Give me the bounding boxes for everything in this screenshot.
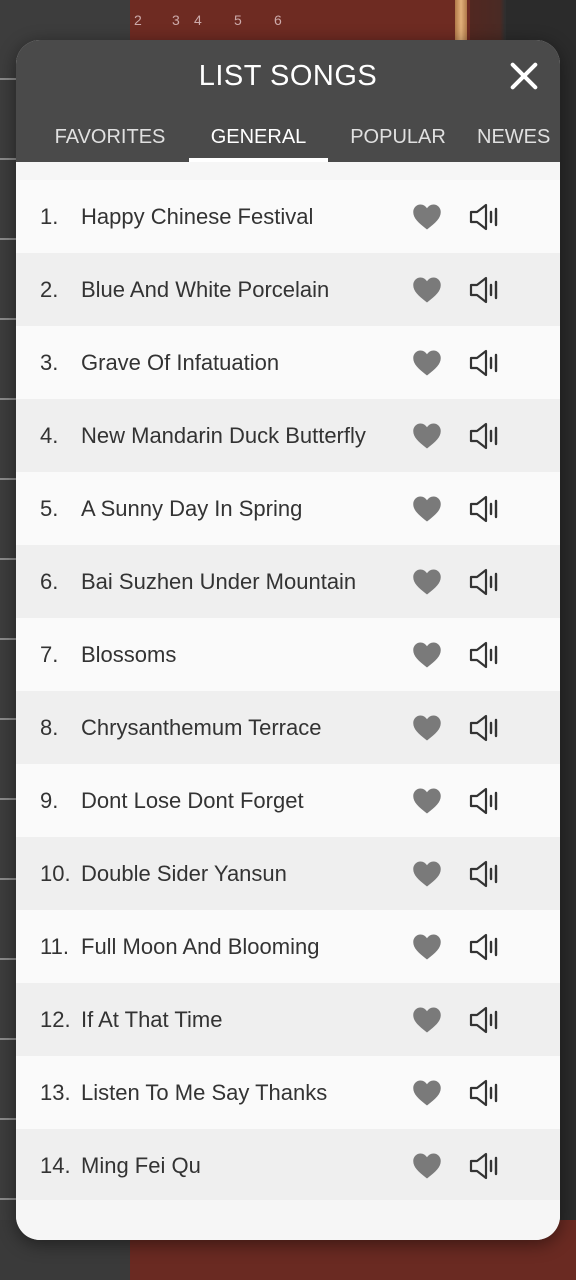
heart-icon[interactable] <box>412 1079 442 1107</box>
song-title[interactable]: Blossoms <box>81 642 176 668</box>
speaker-icon[interactable] <box>469 421 501 451</box>
heart-icon[interactable] <box>412 276 442 304</box>
speaker-icon[interactable] <box>469 275 501 305</box>
song-number: 9. <box>40 787 59 813</box>
song-title[interactable]: Happy Chinese Festival <box>81 204 313 230</box>
song-row[interactable]: 5. A Sunny Day In Spring <box>16 472 560 545</box>
song-title[interactable]: Full Moon And Blooming <box>81 934 319 960</box>
song-number: 2. <box>40 276 59 302</box>
ruler-mark: 5 <box>234 12 242 28</box>
song-number: 12. <box>40 1006 71 1032</box>
song-row[interactable]: 9. Dont Lose Dont Forget <box>16 764 560 837</box>
song-row[interactable]: 8. Chrysanthemum Terrace <box>16 691 560 764</box>
ruler-mark: 4 <box>194 12 202 28</box>
song-title[interactable]: New Mandarin Duck Butterfly <box>81 423 366 449</box>
heart-icon[interactable] <box>412 787 442 815</box>
song-title[interactable]: Double Sider Yansun <box>81 861 287 887</box>
speaker-icon[interactable] <box>469 202 501 232</box>
song-title[interactable]: If At That Time <box>81 1007 222 1033</box>
song-number: 1. <box>40 203 59 229</box>
speaker-icon[interactable] <box>469 348 501 378</box>
song-row[interactable]: 12. If At That Time <box>16 983 560 1056</box>
song-title[interactable]: Dont Lose Dont Forget <box>81 788 304 814</box>
song-title[interactable]: Bai Suzhen Under Mountain <box>81 569 356 595</box>
song-number: 10. <box>40 860 71 886</box>
song-list: 1. Happy Chinese Festival 2. Blue And Wh… <box>16 180 560 1202</box>
speaker-icon[interactable] <box>469 1005 501 1035</box>
dialog-header: LIST SONGS FAVORITES GENERAL POPULAR NEW… <box>16 40 560 162</box>
song-number: 4. <box>40 422 59 448</box>
song-row[interactable]: 2. Blue And White Porcelain <box>16 253 560 326</box>
tab-general[interactable]: GENERAL <box>189 126 328 162</box>
song-title[interactable]: Listen To Me Say Thanks <box>81 1080 327 1106</box>
heart-icon[interactable] <box>412 422 442 450</box>
heart-icon[interactable] <box>412 1006 442 1034</box>
speaker-icon[interactable] <box>469 640 501 670</box>
speaker-icon[interactable] <box>469 494 501 524</box>
heart-icon[interactable] <box>412 1152 442 1180</box>
tab-newest[interactable]: NEWES <box>477 126 560 162</box>
song-number: 8. <box>40 714 59 740</box>
song-number: 13. <box>40 1079 71 1105</box>
song-number: 7. <box>40 641 59 667</box>
list-songs-dialog: LIST SONGS FAVORITES GENERAL POPULAR NEW… <box>16 40 560 1240</box>
song-title[interactable]: Blue And White Porcelain <box>81 277 329 303</box>
song-row[interactable]: 13. Listen To Me Say Thanks <box>16 1056 560 1129</box>
instrument-ruler: 2 3 4 5 6 <box>130 0 470 40</box>
tab-bar: FAVORITES GENERAL POPULAR NEWES <box>16 126 560 162</box>
heart-icon[interactable] <box>412 933 442 961</box>
song-number: 5. <box>40 495 59 521</box>
song-row[interactable]: 11. Full Moon And Blooming <box>16 910 560 983</box>
song-number: 14. <box>40 1152 71 1178</box>
heart-icon[interactable] <box>412 641 442 669</box>
song-title[interactable]: Chrysanthemum Terrace <box>81 715 321 741</box>
heart-icon[interactable] <box>412 568 442 596</box>
song-row[interactable]: 7. Blossoms <box>16 618 560 691</box>
list-bottom-spacer <box>16 1200 560 1240</box>
song-title[interactable]: Ming Fei Qu <box>81 1153 201 1179</box>
close-icon[interactable] <box>506 58 542 94</box>
tab-popular[interactable]: POPULAR <box>334 126 462 162</box>
speaker-icon[interactable] <box>469 859 501 889</box>
heart-icon[interactable] <box>412 203 442 231</box>
speaker-icon[interactable] <box>469 786 501 816</box>
ruler-mark: 6 <box>274 12 282 28</box>
song-number: 11. <box>40 933 69 959</box>
dialog-title: LIST SONGS <box>198 60 378 92</box>
song-row[interactable]: 10. Double Sider Yansun <box>16 837 560 910</box>
song-row[interactable]: 3. Grave Of Infatuation <box>16 326 560 399</box>
speaker-icon[interactable] <box>469 1078 501 1108</box>
speaker-icon[interactable] <box>469 1151 501 1181</box>
heart-icon[interactable] <box>412 349 442 377</box>
heart-icon[interactable] <box>412 860 442 888</box>
tab-favorites[interactable]: FAVORITES <box>38 126 182 162</box>
speaker-icon[interactable] <box>469 713 501 743</box>
song-title[interactable]: Grave Of Infatuation <box>81 350 279 376</box>
song-row[interactable]: 6. Bai Suzhen Under Mountain <box>16 545 560 618</box>
song-title[interactable]: A Sunny Day In Spring <box>81 496 302 522</box>
heart-icon[interactable] <box>412 714 442 742</box>
song-row[interactable]: 1. Happy Chinese Festival <box>16 180 560 253</box>
ruler-mark: 2 <box>134 12 142 28</box>
ruler-mark: 3 <box>172 12 180 28</box>
song-row[interactable]: 14. Ming Fei Qu <box>16 1129 560 1202</box>
speaker-icon[interactable] <box>469 932 501 962</box>
heart-icon[interactable] <box>412 495 442 523</box>
song-row[interactable]: 4. New Mandarin Duck Butterfly <box>16 399 560 472</box>
song-number: 6. <box>40 568 59 594</box>
song-number: 3. <box>40 349 59 375</box>
speaker-icon[interactable] <box>469 567 501 597</box>
